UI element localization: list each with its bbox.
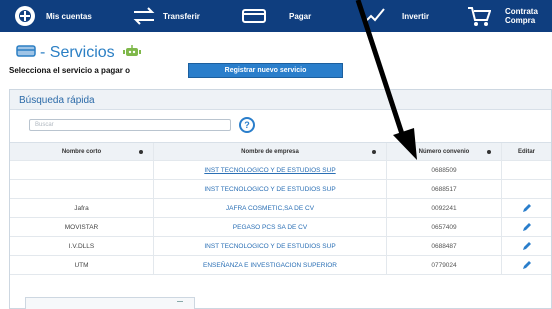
short-name-cell: MOVISTAR (10, 218, 154, 236)
short-name-cell (10, 161, 154, 179)
edit-pencil-icon[interactable] (521, 221, 533, 233)
edit-cell (502, 199, 551, 217)
edit-pencil-icon[interactable] (521, 240, 533, 252)
invest-icon (362, 6, 386, 26)
transfer-icon (131, 5, 157, 27)
edit-cell (502, 180, 551, 198)
top-nav: Mis cuentas Transferir Pagar Invertir Co… (0, 0, 552, 32)
search-input[interactable]: Buscar (29, 119, 231, 131)
short-name-cell (10, 180, 154, 198)
col-header-company[interactable]: Nombre de empresa (154, 143, 387, 160)
table-row[interactable]: INST TECNOLOGICO Y DE ESTUDIOS SUP 06885… (10, 161, 551, 180)
services-card-icon (16, 44, 36, 62)
table-row[interactable]: INST TECNOLOGICO Y DE ESTUDIOS SUP 06885… (10, 180, 551, 199)
nav-label-pagar: Pagar (289, 11, 312, 21)
robot-icon (122, 44, 141, 63)
cart-icon (467, 5, 491, 27)
agreement-cell: 0688509 (387, 161, 502, 179)
sort-icon (372, 150, 376, 154)
agreement-cell: 0779024 (387, 256, 502, 274)
edit-cell (502, 161, 551, 179)
table-row[interactable]: UTM ENSEÑANZA E INVESTIGACION SUPERIOR 0… (10, 256, 551, 275)
panel-header: Búsqueda rápida (10, 90, 551, 110)
accounts-icon (14, 5, 36, 27)
agreement-cell: 0688487 (387, 237, 502, 255)
edit-cell (502, 237, 551, 255)
edit-pencil-icon[interactable] (521, 259, 533, 271)
table-row[interactable]: MOVISTAR PEGASO PCS SA DE CV 0657409 (10, 218, 551, 237)
table-header-row: Nombre corto Nombre de empresa Número co… (10, 142, 551, 161)
page-title: - Servicios (40, 44, 115, 61)
short-name-cell: Jafra (10, 199, 154, 217)
table-row[interactable]: Jafra JAFRA COSMETIC,SA DE CV 0092241 (10, 199, 551, 218)
sort-icon (139, 150, 143, 154)
nav-invertir[interactable]: Invertir (332, 0, 459, 32)
edit-pencil-icon[interactable] (521, 202, 533, 214)
agreement-cell: 0092241 (387, 199, 502, 217)
nav-label-transferir: Transferir (163, 11, 200, 21)
panel-title: Búsqueda rápida (19, 95, 95, 106)
col-header-short-name[interactable]: Nombre corto (10, 143, 154, 160)
page-header: - Servicios (16, 42, 141, 64)
pay-card-icon (241, 8, 267, 24)
company-link[interactable]: ENSEÑANZA E INVESTIGACION SUPERIOR (154, 256, 387, 274)
nav-mis-cuentas[interactable]: Mis cuentas (0, 0, 127, 32)
nav-label-mis-cuentas: Mis cuentas (46, 11, 92, 21)
nav-contrata[interactable]: Contrata Compra (459, 0, 552, 32)
divider (177, 301, 183, 302)
table-row[interactable]: I.V.DLLS INST TECNOLOGICO Y DE ESTUDIOS … (10, 237, 551, 256)
nav-label-contrata: Contrata Compra (505, 7, 538, 25)
company-link[interactable]: PEGASO PCS SA DE CV (154, 218, 387, 236)
short-name-cell: I.V.DLLS (10, 237, 154, 255)
pagination-bar (25, 297, 195, 309)
col-header-edit: Editar (517, 148, 535, 155)
nav-label-invertir: Invertir (402, 11, 430, 21)
short-name-cell: UTM (10, 256, 154, 274)
company-link[interactable]: INST TECNOLOGICO Y DE ESTUDIOS SUP (154, 237, 387, 255)
nav-transferir[interactable]: Transferir (127, 0, 227, 32)
edit-cell (502, 218, 551, 236)
sort-icon (487, 150, 491, 154)
nav-pagar[interactable]: Pagar (227, 0, 332, 32)
help-icon[interactable]: ? (239, 117, 255, 133)
company-link[interactable]: JAFRA COSMETIC,SA DE CV (154, 199, 387, 217)
register-service-button[interactable]: Registrar nuevo servicio (188, 63, 343, 78)
agreement-cell: 0688517 (387, 180, 502, 198)
edit-cell (502, 256, 551, 274)
agreement-cell: 0657409 (387, 218, 502, 236)
page-subtitle: Selecciona el servicio a pagar o (9, 66, 130, 75)
company-link[interactable]: INST TECNOLOGICO Y DE ESTUDIOS SUP (154, 180, 387, 198)
col-header-agreement[interactable]: Número convenio (387, 143, 502, 160)
company-link[interactable]: INST TECNOLOGICO Y DE ESTUDIOS SUP (154, 161, 387, 179)
services-table: Nombre corto Nombre de empresa Número co… (10, 142, 551, 275)
quick-search-panel: Búsqueda rápida Buscar ? Nombre corto No… (9, 89, 552, 309)
